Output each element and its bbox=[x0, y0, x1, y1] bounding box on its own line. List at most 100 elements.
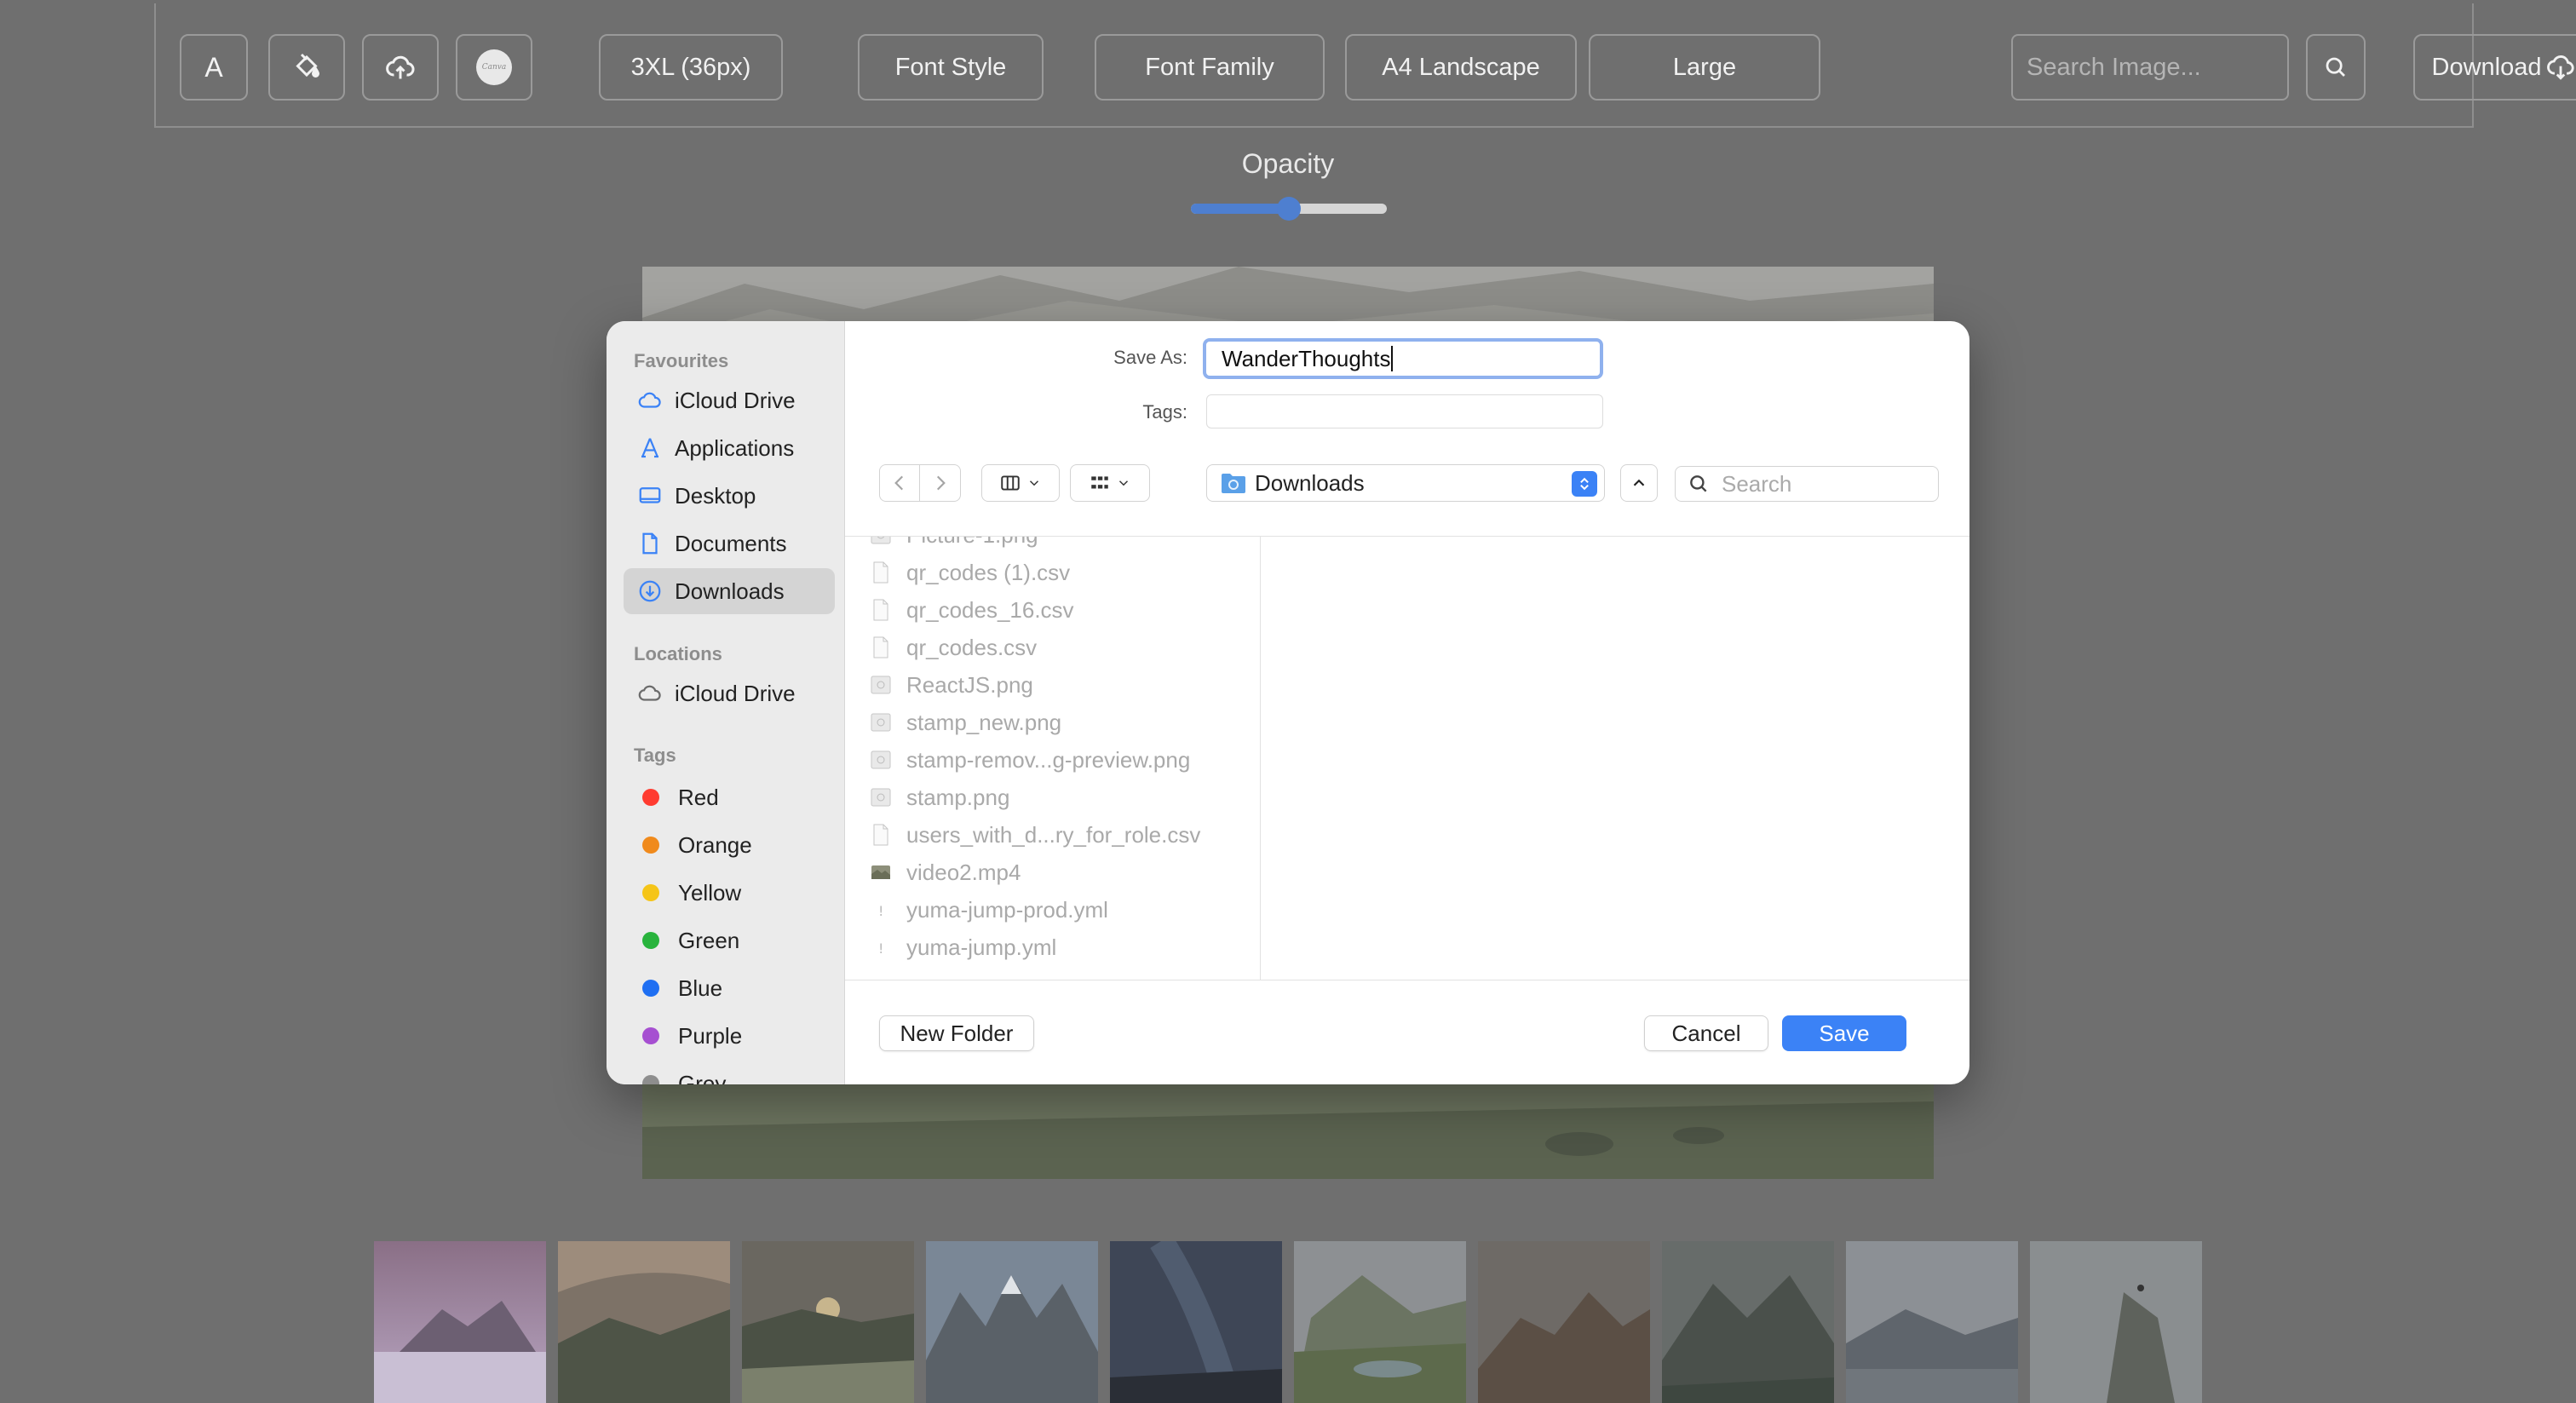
sidebar-item-downloads[interactable]: Downloads bbox=[624, 568, 835, 614]
sidebar-tag-yellow[interactable]: Yellow bbox=[624, 870, 835, 916]
collapse-dialog-button[interactable] bbox=[1620, 464, 1658, 502]
opacity-slider-thumb[interactable] bbox=[1277, 197, 1301, 221]
thumbnail-image[interactable] bbox=[374, 1241, 546, 1403]
nav-back-forward bbox=[879, 464, 961, 502]
scale-button[interactable]: Large bbox=[1589, 34, 1820, 101]
thumbnail-image[interactable] bbox=[1294, 1241, 1466, 1403]
thumbnail-image[interactable] bbox=[1846, 1241, 2018, 1403]
opacity-slider[interactable] bbox=[1191, 197, 1387, 221]
thumbnail-image[interactable] bbox=[1662, 1241, 1834, 1403]
dialog-search-placeholder: Search bbox=[1722, 470, 1792, 497]
sidebar-tag-label: Blue bbox=[678, 975, 723, 1001]
search-image-button[interactable] bbox=[2306, 34, 2366, 101]
page-size-button[interactable]: A4 Landscape bbox=[1345, 34, 1577, 101]
save-as-field[interactable]: WanderThoughts bbox=[1203, 338, 1603, 379]
thumbnail-image[interactable] bbox=[742, 1241, 914, 1403]
location-dropdown[interactable]: Downloads bbox=[1206, 464, 1605, 502]
font-size-button[interactable]: 3XL (36px) bbox=[599, 34, 783, 101]
applications-icon bbox=[641, 438, 658, 458]
dialog-search-field[interactable]: Search bbox=[1675, 466, 1939, 502]
thumbnail-image[interactable] bbox=[1478, 1241, 1650, 1403]
thumbnail-image[interactable] bbox=[926, 1241, 1098, 1403]
forward-button[interactable] bbox=[920, 465, 960, 501]
sidebar-item-icloud-drive[interactable]: iCloud Drive bbox=[624, 377, 835, 423]
file-list-item[interactable]: ! yuma-jump.yml bbox=[871, 930, 1056, 964]
sidebar-tag-label: Orange bbox=[678, 831, 752, 858]
font-style-button[interactable]: Font Style bbox=[858, 34, 1044, 101]
sidebar-item-documents[interactable]: Documents bbox=[624, 520, 835, 566]
sidebar-tag-grey[interactable]: Grey bbox=[624, 1061, 835, 1084]
thumbnail-image[interactable] bbox=[2030, 1241, 2202, 1403]
image-file-icon bbox=[871, 785, 891, 809]
sidebar-tag-blue[interactable]: Blue bbox=[624, 965, 835, 1011]
sidebar-item-desktop[interactable]: Desktop bbox=[624, 473, 835, 519]
file-list-item[interactable]: qr_codes (1).csv bbox=[871, 555, 1070, 589]
sidebar-item-applications[interactable]: Applications bbox=[624, 425, 835, 471]
view-mode-button[interactable] bbox=[981, 464, 1060, 502]
file-list-item[interactable]: users_with_d...ry_for_role.csv bbox=[871, 818, 1200, 852]
sidebar-item-label: Downloads bbox=[675, 578, 785, 604]
tag-color-dot-icon bbox=[642, 980, 659, 997]
cancel-button[interactable]: Cancel bbox=[1644, 1015, 1768, 1051]
opacity-label: Opacity bbox=[1241, 148, 1335, 179]
sidebar-tag-purple[interactable]: Purple bbox=[624, 1013, 835, 1059]
columns-view-icon bbox=[1001, 475, 1020, 491]
group-by-button[interactable] bbox=[1070, 464, 1150, 502]
font-family-button[interactable]: Font Family bbox=[1095, 34, 1325, 101]
download-button[interactable]: Download bbox=[2413, 34, 2576, 101]
canva-button[interactable]: Canva bbox=[456, 34, 532, 101]
file-list-item[interactable]: qr_codes_16.csv bbox=[871, 593, 1074, 627]
thumbnail-image[interactable] bbox=[558, 1241, 730, 1403]
tag-color-dot-icon bbox=[642, 1027, 659, 1044]
file-list-item[interactable]: stamp-remov...g-preview.png bbox=[871, 743, 1190, 777]
chevron-right-icon bbox=[936, 475, 946, 491]
file-list-item[interactable]: qr_codes.csv bbox=[871, 630, 1037, 664]
cloud-upload-icon bbox=[386, 55, 415, 79]
download-circle-icon bbox=[639, 580, 661, 602]
file-list-item[interactable]: Picture-1.png bbox=[871, 537, 1038, 552]
thumbnail-image[interactable] bbox=[1110, 1241, 1282, 1403]
file-list-item[interactable]: stamp.png bbox=[871, 780, 1009, 814]
back-button[interactable] bbox=[880, 465, 921, 501]
file-name: qr_codes_16.csv bbox=[906, 596, 1074, 623]
file-name: ReactJS.png bbox=[906, 671, 1033, 698]
file-name: users_with_d...ry_for_role.csv bbox=[906, 821, 1201, 848]
file-list-item[interactable]: video2.mp4 bbox=[871, 855, 1021, 889]
opacity-slider-fill bbox=[1191, 204, 1289, 214]
save-button[interactable]: Save bbox=[1782, 1015, 1906, 1051]
tag-color-dot-icon bbox=[642, 789, 659, 806]
location-label: Downloads bbox=[1255, 469, 1365, 496]
save-label: Save bbox=[1819, 1020, 1870, 1046]
tags-field[interactable] bbox=[1206, 394, 1603, 428]
sidebar-tag-red[interactable]: Red bbox=[624, 774, 835, 820]
document-icon bbox=[642, 532, 658, 555]
upload-button[interactable] bbox=[362, 34, 439, 101]
new-folder-button[interactable]: New Folder bbox=[879, 1015, 1034, 1051]
document-file-icon bbox=[871, 561, 891, 584]
cloud-download-icon bbox=[2547, 55, 2575, 80]
text-tool-button[interactable]: A bbox=[180, 34, 248, 101]
file-list-item[interactable]: ! yuma-jump-prod.yml bbox=[871, 893, 1108, 927]
document-file-icon bbox=[871, 635, 891, 659]
chevron-down-icon bbox=[1029, 480, 1039, 486]
fill-color-button[interactable] bbox=[268, 34, 345, 101]
sidebar-tag-label: Red bbox=[678, 784, 719, 810]
dialog-sidebar: Favourites iCloud Drive Applications Des… bbox=[607, 321, 845, 1084]
file-name: video2.mp4 bbox=[906, 859, 1021, 885]
paint-bucket-icon bbox=[296, 53, 320, 78]
font-family-label: Font Family bbox=[1145, 53, 1274, 81]
save-as-value: WanderThoughts bbox=[1222, 345, 1391, 371]
file-list-item[interactable]: ReactJS.png bbox=[871, 668, 1033, 702]
file-list-item[interactable]: stamp_new.png bbox=[871, 705, 1061, 739]
sidebar-item-icloud-drive-location[interactable]: iCloud Drive bbox=[624, 670, 835, 716]
document-file-icon bbox=[871, 823, 891, 847]
sidebar-tag-orange[interactable]: Orange bbox=[624, 822, 835, 868]
desktop-icon bbox=[639, 487, 661, 503]
search-image-input[interactable]: Search Image... bbox=[2011, 34, 2289, 101]
sidebar-tag-label: Yellow bbox=[678, 879, 742, 906]
file-browser: Picture-1.png qr_codes (1).csv qr_codes_16… bbox=[845, 536, 1969, 980]
sidebar-item-label: iCloud Drive bbox=[675, 387, 796, 413]
sidebar-tag-green[interactable]: Green bbox=[624, 917, 835, 963]
video-file-icon bbox=[871, 860, 891, 884]
save-as-label: Save As: bbox=[1113, 347, 1187, 368]
